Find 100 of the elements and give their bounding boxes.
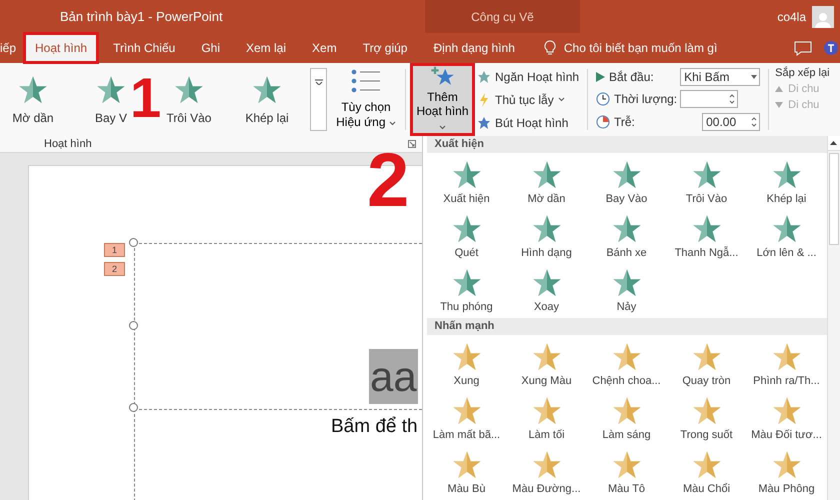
animation-option[interactable]: Khép lại [245, 63, 289, 136]
ribbon-button[interactable]: Bút Hoạt hình [475, 116, 583, 130]
animation-option[interactable]: Màu Chổi [666, 445, 746, 499]
add-animation-button[interactable]: Thêm Hoạt hình [410, 63, 475, 136]
star-icon [772, 214, 802, 244]
ribbon-button[interactable]: Ngăn Hoạt hình [475, 70, 583, 84]
animation-number-tag[interactable]: 2 [104, 262, 125, 276]
star-icon [532, 160, 562, 190]
more-icon [314, 79, 322, 85]
animation-option[interactable]: Làm sáng [586, 391, 666, 445]
star-icon [452, 214, 482, 244]
effect-options-button[interactable]: Tùy chọn Hiệu ứng [331, 63, 401, 136]
section-header: Nhấn mạnh [426, 318, 826, 335]
scrollbar-thumb[interactable] [828, 153, 839, 245]
slide-title-text: aa [369, 349, 418, 404]
caret-icon [439, 124, 446, 130]
animation-option[interactable]: Thanh Ngẫ... [666, 209, 746, 263]
star-icon [174, 74, 204, 104]
painter-icon [477, 116, 491, 130]
resize-handle[interactable] [129, 403, 138, 412]
reorder-label: Sắp xếp lại [775, 67, 830, 79]
star-icon [612, 450, 642, 480]
callout-number: 2 [367, 143, 410, 219]
star-icon [532, 342, 562, 372]
user-name: co4la [777, 10, 806, 24]
animation-option[interactable]: Màu Đối tươ... [746, 391, 826, 445]
animation-option[interactable]: Trôi Vào [666, 155, 746, 209]
animation-option[interactable]: Thu phóng [426, 263, 506, 317]
animation-option[interactable]: Phình ra/Th... [746, 337, 826, 391]
star-icon [452, 160, 482, 190]
animation-option[interactable]: Màu Đường... [506, 445, 586, 499]
tell-me-text[interactable]: Cho tôi biết bạn muốn làm gì [564, 41, 718, 55]
ribbon-tab[interactable]: iếp [0, 33, 16, 63]
dropdown-arrow-icon [751, 75, 758, 80]
star-icon [612, 268, 642, 298]
comment-icon[interactable] [794, 40, 812, 56]
slide-subtitle-text: Bấm để th [331, 416, 418, 438]
animation-option[interactable]: Màu Phông [746, 445, 826, 499]
animation-option[interactable]: Màu Tô [586, 445, 666, 499]
animation-option[interactable]: Bay V [94, 63, 127, 136]
context-tab-group: Công cụ Vẽ [425, 0, 580, 33]
teams-icon[interactable] [824, 41, 838, 55]
ribbon-button[interactable]: Thủ tục lẫy [475, 92, 583, 106]
duration-label: Thời lượng: [614, 92, 678, 106]
ribbon-tab[interactable]: Ghi [190, 33, 231, 63]
animation-option[interactable]: Hình dạng [506, 209, 586, 263]
callout-number: 1 [130, 70, 162, 126]
animation-option[interactable]: Làm tối [506, 391, 586, 445]
animation-option[interactable]: Trôi Vào [166, 63, 212, 136]
ribbon-tab[interactable]: Định dạng hình [422, 33, 526, 63]
up-arrow-icon [775, 86, 784, 92]
animation-option[interactable]: Chệnh choa... [586, 337, 666, 391]
delay-clock-icon [596, 114, 610, 129]
animation-option[interactable]: Màu Bù [426, 445, 506, 499]
lightning-icon [477, 92, 491, 106]
resize-handle[interactable] [129, 321, 138, 330]
section-header: Xuất hiện [426, 136, 826, 153]
scrollbar[interactable] [826, 136, 840, 500]
star-icon [612, 396, 642, 426]
dialog-launcher-icon[interactable] [408, 140, 416, 148]
animation-number-tag[interactable]: 1 [104, 243, 125, 257]
animation-option[interactable]: Khép lại [746, 155, 826, 209]
star-icon [452, 268, 482, 298]
ribbon-tab[interactable]: Xem lại [235, 33, 298, 63]
star-icon [452, 450, 482, 480]
animation-option[interactable]: Nảy [586, 263, 666, 317]
animation-option[interactable]: Xung [426, 337, 506, 391]
animation-option[interactable]: Bánh xe [586, 209, 666, 263]
ribbon-tab[interactable]: Hoạt hình [24, 33, 98, 63]
animation-option[interactable]: Xung Màu [506, 337, 586, 391]
animation-option[interactable]: Bay Vào [586, 155, 666, 209]
ribbon-tab[interactable]: Xem [301, 33, 348, 63]
star-icon [452, 342, 482, 372]
star-icon [18, 74, 48, 104]
duration-field[interactable] [680, 90, 738, 108]
trigger-icon [477, 70, 491, 84]
scroll-up-icon[interactable] [830, 141, 838, 145]
animation-option[interactable]: Xuất hiện [426, 155, 506, 209]
start-label: Bắt đầu: [609, 70, 654, 84]
play-icon [596, 72, 605, 82]
animation-option[interactable]: Mờ dần [12, 63, 54, 136]
resize-handle[interactable] [129, 238, 138, 247]
star-icon [96, 74, 126, 104]
star-icon [252, 74, 282, 104]
animation-option[interactable]: Trong suốt [666, 391, 746, 445]
avatar-icon[interactable] [812, 6, 834, 28]
lightbulb-icon[interactable] [544, 40, 556, 56]
ribbon-tab[interactable]: Trình Chiếu [102, 33, 186, 63]
down-arrow-icon [775, 102, 784, 108]
caret-icon [388, 121, 396, 126]
animation-option[interactable]: Mờ dần [506, 155, 586, 209]
animation-option[interactable]: Quét [426, 209, 506, 263]
animation-option[interactable]: Làm mất bã... [426, 391, 506, 445]
animation-option[interactable]: Xoay [506, 263, 586, 317]
delay-field[interactable]: 00.00 [702, 112, 760, 131]
ribbon-tab[interactable]: Trợ giúp [352, 33, 418, 63]
animation-option[interactable]: Lớn lên & ... [746, 209, 826, 263]
animation-option[interactable]: Quay tròn [666, 337, 746, 391]
start-dropdown[interactable]: Khi Bấm [680, 68, 760, 86]
star-icon [692, 342, 722, 372]
